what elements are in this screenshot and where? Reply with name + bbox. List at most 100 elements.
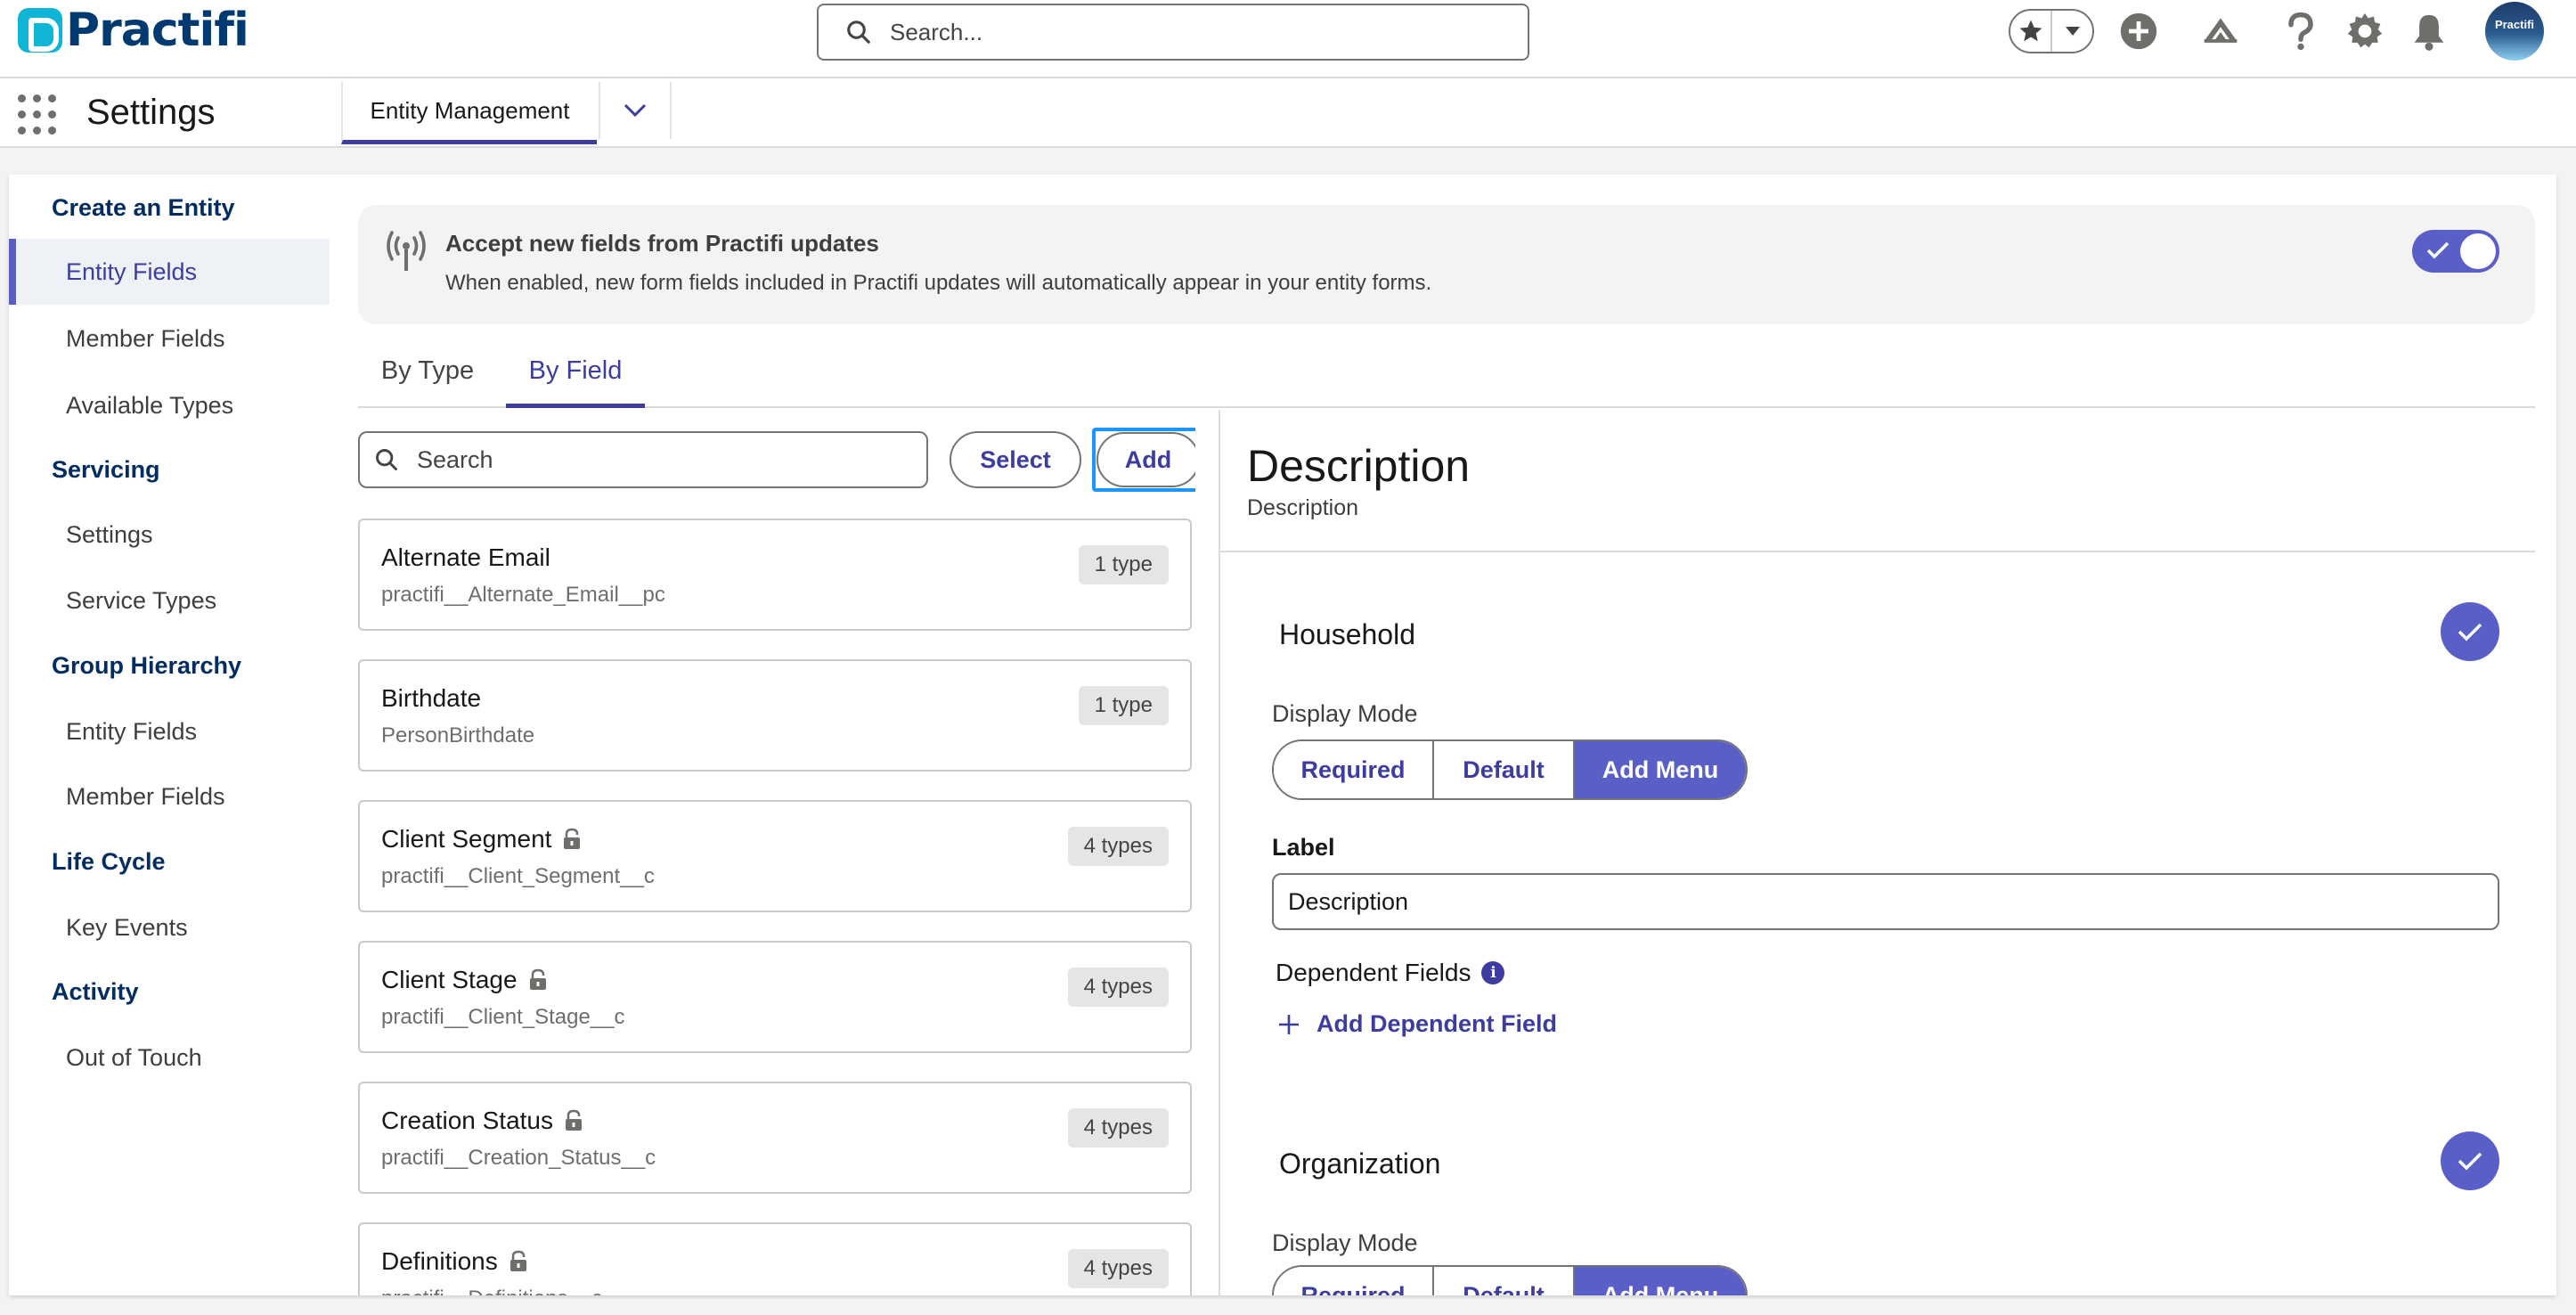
add-button[interactable]: Add <box>1096 432 1195 487</box>
field-name: Definitions <box>381 1247 528 1276</box>
mode-add-menu-button[interactable]: Add Menu <box>1575 741 1746 798</box>
star-icon <box>2019 20 2042 42</box>
app-navigation-bar: Settings Entity Management <box>0 78 2576 148</box>
display-mode-segmented-organization: Required Default Add Menu <box>1272 1265 1748 1295</box>
field-search-input[interactable]: Search <box>358 431 928 488</box>
field-list-pane: Search Select Add Alternate Email practi… <box>358 410 1195 1295</box>
banner-title: Accept new fields from Practifi updates <box>445 230 879 257</box>
view-tabs: By Type By Field <box>358 349 2535 408</box>
search-icon <box>376 449 397 470</box>
mode-add-menu-button[interactable]: Add Menu <box>1575 1267 1746 1295</box>
checkmark-icon <box>2458 1152 2482 1171</box>
field-card[interactable]: Creation Status practifi__Creation_Statu… <box>358 1082 1192 1194</box>
field-search-placeholder: Search <box>417 445 493 473</box>
select-button[interactable]: Select <box>950 431 1081 488</box>
field-card[interactable]: Birthdate PersonBirthdate 1 type <box>358 659 1192 772</box>
nav-tab-label: Entity Management <box>370 97 570 124</box>
user-avatar[interactable]: Practifi <box>2485 2 2544 61</box>
tab-by-field[interactable]: By Field <box>506 349 645 408</box>
tab-by-type[interactable]: By Type <box>358 349 497 408</box>
display-mode-segmented-household: Required Default Add Menu <box>1272 739 1748 800</box>
type-count-badge: 4 types <box>1067 827 1169 866</box>
sidebar-item-entity-fields[interactable]: Entity Fields <box>9 239 330 305</box>
display-mode-label-household: Display Mode <box>1272 700 1418 727</box>
field-card[interactable]: Definitions practifi__Definitions__c 4 t… <box>358 1222 1192 1295</box>
trailhead-button[interactable] <box>2200 11 2241 52</box>
mode-default-button[interactable]: Default <box>1434 1267 1575 1295</box>
updates-banner: Accept new fields from Practifi updates … <box>358 205 2535 324</box>
trailhead-icon <box>2204 18 2238 43</box>
global-add-button[interactable] <box>2118 11 2159 52</box>
type-count-badge: 4 types <box>1067 1108 1169 1148</box>
add-dependent-field-button[interactable]: Add Dependent Field <box>1277 1010 1557 1038</box>
sidebar-heading-life-cycle: Life Cycle <box>52 848 166 875</box>
avatar-text: Practifi <box>2494 18 2535 31</box>
sidebar-item-group-entity-fields[interactable]: Entity Fields <box>9 698 330 764</box>
sidebar-item-out-of-touch[interactable]: Out of Touch <box>9 1025 330 1090</box>
app-launcher-icon[interactable] <box>18 94 57 135</box>
field-name: Creation Status <box>381 1107 583 1135</box>
sidebar-item-key-events[interactable]: Key Events <box>9 894 330 960</box>
field-api-name: practifi__Client_Stage__c <box>381 1005 625 1029</box>
caret-down-icon <box>2065 27 2080 36</box>
field-card[interactable]: Client Stage practifi__Client_Stage__c 4… <box>358 941 1192 1053</box>
toggle-knob <box>2460 233 2496 269</box>
sidebar-item-available-types[interactable]: Available Types <box>9 372 330 438</box>
practifi-logo[interactable]: Practifi <box>18 4 249 57</box>
logo-text: Practifi <box>66 4 249 57</box>
global-header: Practifi Search... Practifi <box>0 0 2576 78</box>
dependent-fields-label: Dependent Fields i <box>1276 959 1505 987</box>
field-name: Birthdate <box>381 684 482 712</box>
checkmark-icon <box>2426 241 2450 259</box>
global-search-placeholder: Search... <box>890 18 983 45</box>
lock-icon <box>529 968 546 990</box>
sidebar-heading-group-hierarchy: Group Hierarchy <box>52 652 242 679</box>
mode-default-button[interactable]: Default <box>1434 741 1575 798</box>
broadcast-antenna-icon <box>387 231 426 271</box>
info-icon[interactable]: i <box>1481 961 1505 984</box>
add-button-focus-ring: Add <box>1092 428 1195 492</box>
plus-circle-icon <box>2120 12 2157 50</box>
banner-description: When enabled, new form fields included i… <box>445 271 1432 295</box>
nav-tab-entity-management[interactable]: Entity Management <box>341 82 597 144</box>
section-title-organization: Organization <box>1279 1148 1441 1180</box>
type-count-badge: 1 type <box>1078 686 1169 725</box>
label-input[interactable]: Description <box>1272 873 2499 930</box>
nav-tab-menu-button[interactable] <box>599 82 672 139</box>
global-search-input[interactable]: Search... <box>817 4 1529 61</box>
sidebar-heading-create-entity: Create an Entity <box>52 194 235 221</box>
notifications-button[interactable] <box>2409 11 2450 52</box>
accept-updates-toggle[interactable] <box>2412 230 2499 273</box>
field-card[interactable]: Client Segment practifi__Client_Segment_… <box>358 800 1192 912</box>
field-api-name: PersonBirthdate <box>381 723 535 747</box>
organization-enabled-toggle[interactable] <box>2441 1131 2499 1190</box>
field-api-name: practifi__Alternate_Email__pc <box>381 583 665 607</box>
favorites-star-button[interactable] <box>2010 11 2052 52</box>
field-name: Client Stage <box>381 966 548 994</box>
field-api-name: practifi__Client_Segment__c <box>381 864 655 888</box>
mode-required-button[interactable]: Required <box>1274 741 1434 798</box>
detail-sections: Display Mode Required Default Add Menu L… <box>1220 410 2535 1295</box>
sidebar-item-member-fields[interactable]: Member Fields <box>9 306 330 372</box>
lock-icon <box>509 1250 526 1271</box>
type-count-badge: 4 types <box>1067 968 1169 1007</box>
type-count-badge: 4 types <box>1067 1249 1169 1288</box>
label-heading: Label <box>1272 834 1335 861</box>
field-name: Client Segment <box>381 825 582 854</box>
field-api-name: practifi__Definitions__c <box>381 1286 602 1295</box>
settings-sidebar: Create an Entity Entity Fields Member Fi… <box>9 175 330 1295</box>
gear-icon <box>2347 12 2383 48</box>
type-count-badge: 1 type <box>1078 545 1169 584</box>
mode-required-button[interactable]: Required <box>1274 1267 1434 1295</box>
app-name: Settings <box>86 93 216 132</box>
chevron-down-icon <box>624 103 647 118</box>
field-card[interactable]: Alternate Email practifi__Alternate_Emai… <box>358 519 1192 631</box>
sidebar-item-service-types[interactable]: Service Types <box>9 568 330 633</box>
help-icon <box>2288 12 2313 51</box>
favorites-menu-button[interactable] <box>2052 11 2092 52</box>
favorites-group <box>2009 9 2094 53</box>
sidebar-item-group-member-fields[interactable]: Member Fields <box>9 764 330 829</box>
setup-button[interactable] <box>2344 11 2385 52</box>
help-button[interactable] <box>2280 11 2321 52</box>
sidebar-item-settings[interactable]: Settings <box>9 502 330 568</box>
